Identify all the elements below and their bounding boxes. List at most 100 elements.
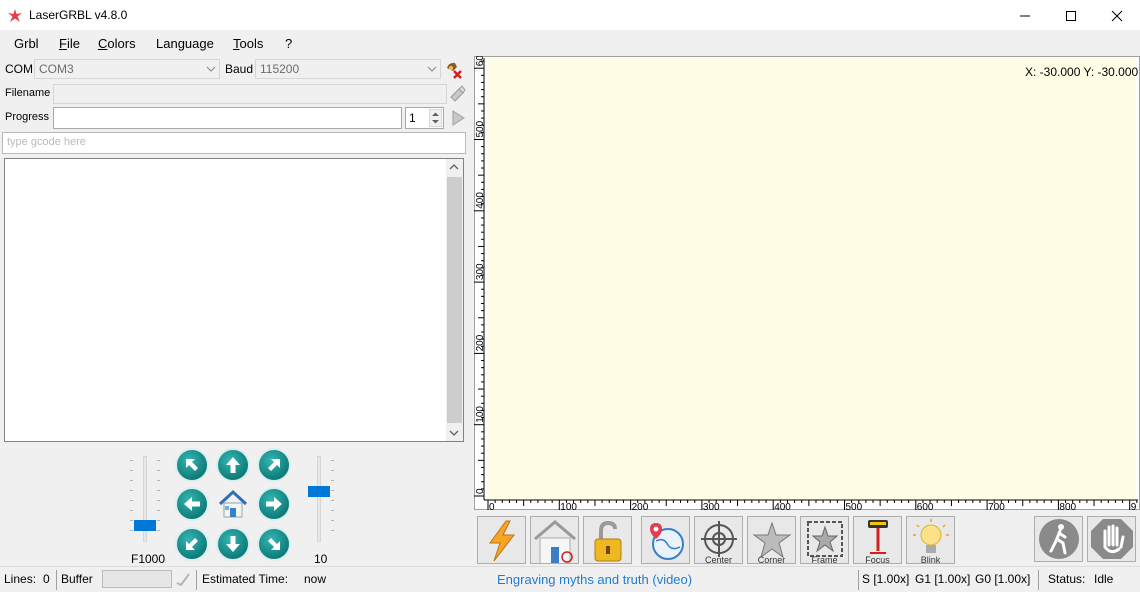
speed-slider[interactable] <box>130 456 160 546</box>
cursor-coordinates: X: -30.000 Y: -30.000 <box>1025 65 1139 79</box>
progress-bar <box>53 107 402 129</box>
maximize-icon <box>1066 10 1076 21</box>
stepper-arrows-icon[interactable] <box>429 109 442 127</box>
com-value: COM3 <box>39 62 74 76</box>
arrow-up-left-icon <box>186 459 198 471</box>
walking-person-icon <box>1038 519 1079 559</box>
arrow-up-icon <box>226 457 240 473</box>
window-title: LaserGRBL v4.8.0 <box>29 8 128 22</box>
menu-colors-rest: olors <box>107 36 136 51</box>
lines-label: Lines: <box>4 572 37 586</box>
menu-language[interactable]: Language <box>156 36 214 51</box>
separator <box>858 570 859 590</box>
run-icon[interactable] <box>448 108 468 128</box>
minimize-button[interactable] <box>1002 0 1048 31</box>
console-scrollbar[interactable] <box>446 159 463 441</box>
chevron-down-icon <box>206 66 216 72</box>
x-tick-label: 100 <box>560 502 577 512</box>
gcode-placeholder: type gcode here <box>7 136 86 148</box>
menu-tools-rest: ools <box>239 36 264 51</box>
gcode-input[interactable]: type gcode here <box>2 132 466 154</box>
filename-field <box>53 84 447 104</box>
x-tick-label: 400 <box>774 502 791 512</box>
open-file-icon[interactable] <box>447 83 467 103</box>
step-slider[interactable] <box>304 456 334 546</box>
status-label: Status: <box>1048 572 1086 586</box>
menu-tools[interactable]: Tools <box>233 36 263 51</box>
speed-label: F1000 <box>131 552 166 566</box>
jog-sw-button[interactable] <box>175 527 209 561</box>
x-tick-label: 0 <box>489 502 495 512</box>
maximize-button[interactable] <box>1048 0 1094 31</box>
connect-icon[interactable] <box>444 60 464 80</box>
status-bar: Lines: 0 Buffer Estimated Time: now Engr… <box>0 566 1140 592</box>
menu-colors[interactable]: Colors <box>98 36 136 51</box>
padlock-icon <box>594 520 622 562</box>
menu-help[interactable]: ? <box>285 36 292 51</box>
x-tick-label: 800 <box>1059 502 1076 512</box>
close-button[interactable] <box>1094 0 1140 31</box>
jog-nw-button[interactable] <box>175 448 209 482</box>
ruler-overlay: 010020030040050060 0 100 200 300 400 500 600 70… <box>474 56 1138 512</box>
goto-position-button[interactable] <box>641 516 690 564</box>
home-button[interactable] <box>216 487 250 521</box>
home-icon <box>218 489 248 518</box>
scroll-down-icon[interactable] <box>449 429 459 437</box>
arrow-down-right-icon <box>268 538 280 550</box>
jog-n-button[interactable] <box>216 448 250 482</box>
minimize-icon <box>1020 15 1030 16</box>
jog-w-button[interactable] <box>175 487 209 521</box>
focus-caption: Focus <box>865 555 890 564</box>
menu-file-rest: ile <box>66 36 80 51</box>
console-log[interactable] <box>4 158 464 442</box>
x-tick-label: 9 <box>1131 502 1137 512</box>
corner-caption: Corner <box>757 555 786 564</box>
reset-button[interactable] <box>477 516 526 564</box>
menu-grbl[interactable]: Grbl <box>14 36 39 51</box>
scroll-up-icon[interactable] <box>449 163 459 171</box>
arrow-up-right-icon <box>268 459 280 471</box>
slider-track <box>317 456 321 542</box>
jog-ne-button[interactable] <box>257 448 291 482</box>
unlock-button[interactable] <box>583 516 632 564</box>
com-select[interactable]: COM3 <box>34 59 220 79</box>
homing-house-icon <box>534 520 576 563</box>
center-button[interactable]: Center <box>694 516 743 564</box>
resume-button[interactable] <box>1034 516 1083 562</box>
baud-value: 115200 <box>260 62 300 76</box>
menu-bar: Grbl File Colors Language Tools ? <box>0 32 1140 54</box>
g0-override[interactable]: G0 [1.00x] <box>975 572 1030 586</box>
s-override[interactable]: S [1.00x] <box>862 572 909 586</box>
g1-override[interactable]: G1 [1.00x] <box>915 572 970 586</box>
estimated-time-value: now <box>304 572 327 586</box>
close-icon <box>1111 10 1123 21</box>
jog-e-button[interactable] <box>257 487 291 521</box>
baud-select[interactable]: 115200 <box>255 59 441 79</box>
y-tick-label: 0 <box>475 488 486 494</box>
jog-s-button[interactable] <box>216 527 250 561</box>
arrow-left-icon <box>184 497 200 511</box>
corner-button[interactable]: Corner <box>747 516 796 564</box>
focus-button[interactable]: Focus <box>853 516 902 564</box>
center-caption: Center <box>704 555 732 564</box>
copies-stepper[interactable]: 1 <box>405 107 444 129</box>
menu-file[interactable]: File <box>59 36 80 51</box>
scrollbar-thumb[interactable] <box>447 177 462 423</box>
slider-handle[interactable] <box>308 486 330 497</box>
baud-label: Baud <box>225 62 254 76</box>
menu-colors-accel: C <box>98 36 108 51</box>
com-label: COM <box>5 62 33 76</box>
blink-button[interactable]: Blink <box>906 516 955 564</box>
stop-button[interactable] <box>1087 516 1136 562</box>
panel-splitter[interactable] <box>468 56 472 564</box>
homing-button[interactable] <box>530 516 579 564</box>
frame-button[interactable]: Frame <box>800 516 849 564</box>
blink-caption: Blink <box>920 555 941 564</box>
buffer-check-icon <box>176 573 190 587</box>
buffer-label: Buffer <box>61 572 93 586</box>
engraving-myths-link[interactable]: Engraving myths and truth (video) <box>497 572 692 587</box>
arrow-down-icon <box>226 536 240 552</box>
estimated-time-label: Estimated Time: <box>202 572 289 586</box>
jog-se-button[interactable] <box>257 527 291 561</box>
slider-handle[interactable] <box>134 520 156 531</box>
